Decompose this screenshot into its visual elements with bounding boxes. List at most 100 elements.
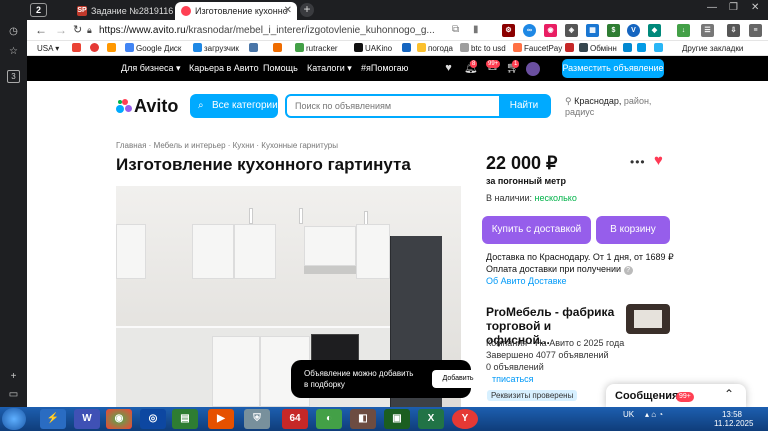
- seller-avatar[interactable]: [626, 304, 670, 334]
- extension-icon[interactable]: ◆: [648, 24, 661, 37]
- taskbar-app-icon[interactable]: W: [74, 409, 100, 429]
- extension-icon[interactable]: ⚙: [502, 24, 515, 37]
- excel-icon[interactable]: X: [418, 409, 444, 429]
- extension-icon[interactable]: V: [627, 24, 640, 37]
- downloads-icon[interactable]: ⇩: [727, 24, 740, 37]
- bookmark-label: Обмінн: [590, 44, 617, 53]
- url-field[interactable]: https://www.avito.ru/krasnodar/mebel_i_i…: [99, 25, 444, 36]
- search-input[interactable]: [287, 96, 499, 116]
- bookmark-btc[interactable]: btc to usd: [460, 43, 506, 54]
- breadcrumb-item[interactable]: Кухни: [233, 141, 255, 150]
- check-icon: [654, 43, 663, 52]
- yandex-browser-icon[interactable]: Y: [452, 409, 478, 429]
- tab-avito[interactable]: Изготовление кухонно ✕: [175, 2, 297, 20]
- help-icon[interactable]: ?: [623, 266, 633, 275]
- reload-icon[interactable]: ↻: [73, 23, 82, 36]
- extension-icon[interactable]: ◈: [565, 24, 578, 37]
- bookmark-opera[interactable]: [90, 43, 101, 54]
- calendar-icon[interactable]: ▦: [586, 24, 599, 37]
- delivery-link[interactable]: Об Авито Доставке: [486, 275, 674, 287]
- breadcrumb-item[interactable]: Главная: [116, 141, 146, 150]
- extension-icon[interactable]: ∞: [523, 24, 536, 37]
- extension-icon[interactable]: $: [607, 24, 620, 37]
- arrow-right-icon[interactable]: →: [55, 23, 67, 37]
- lock-icon[interactable]: 🔒︎: [87, 25, 92, 36]
- nav-catalogs[interactable]: Каталоги ▾: [307, 63, 352, 74]
- arrow-left-icon[interactable]: ←: [35, 23, 47, 37]
- language-indicator[interactable]: UK: [623, 410, 634, 419]
- taskbar-app-64[interactable]: 64: [282, 409, 308, 429]
- bookmark-google-drive[interactable]: Google Диск: [125, 43, 181, 54]
- bookmark-vk-2[interactable]: [249, 43, 260, 54]
- start-button[interactable]: [2, 408, 26, 430]
- nav-business[interactable]: Для бизнеса ▾: [121, 63, 181, 74]
- maximize-icon[interactable]: ❐: [729, 2, 738, 13]
- tab-groups-icon[interactable]: 3: [7, 70, 20, 83]
- panel-menu-icon[interactable]: ▭: [7, 388, 20, 401]
- bookmark-g[interactable]: [72, 43, 83, 54]
- taskbar-app-icon[interactable]: ▣: [384, 409, 410, 429]
- bookmark-weather[interactable]: погода: [417, 43, 453, 54]
- post-ad-button[interactable]: Разместить объявление: [562, 59, 664, 78]
- avito-logo[interactable]: Avito: [116, 96, 178, 117]
- taskbar-app-icon[interactable]: ◧: [350, 409, 376, 429]
- taskbar-app-icon[interactable]: ◎: [140, 409, 166, 429]
- toast-add-button[interactable]: Добавить: [432, 370, 484, 388]
- new-tab-button[interactable]: +: [300, 3, 314, 17]
- all-categories-button[interactable]: ⌕ Все категории: [190, 94, 278, 118]
- breadcrumb-item[interactable]: Мебель и интерьер: [154, 141, 226, 150]
- bookmark-downloader[interactable]: загрузчик: [193, 43, 239, 54]
- bookmark-vk[interactable]: [107, 43, 118, 54]
- nav-ya-pomogayu[interactable]: #яПомогаю: [361, 63, 408, 73]
- bookmark-usa[interactable]: USA ▾: [37, 43, 59, 54]
- minimize-icon[interactable]: —: [707, 2, 717, 13]
- buy-with-delivery-button[interactable]: Купить с доставкой: [482, 216, 591, 244]
- media-player-icon[interactable]: ▶: [208, 409, 234, 429]
- add-panel-icon[interactable]: +: [7, 370, 20, 383]
- add-to-cart-button[interactable]: В корзину: [596, 216, 670, 244]
- close-tab-icon[interactable]: ✕: [284, 2, 292, 20]
- tab-count-button[interactable]: 2: [30, 3, 47, 17]
- location-selector[interactable]: ⚲ Краснодар, район, радиус: [565, 96, 665, 118]
- extensions-menu-icon[interactable]: ☰: [701, 24, 714, 37]
- breadcrumb-item[interactable]: Кухонные гарнитуры: [261, 141, 338, 150]
- bookmark-star[interactable]: [637, 43, 648, 54]
- more-options-icon[interactable]: •••: [630, 155, 646, 169]
- clock-date: 11.12.2025: [714, 419, 754, 428]
- clock[interactable]: 13:58 11.12.2025: [714, 410, 754, 428]
- chevron-up-icon[interactable]: ⌃: [724, 387, 734, 401]
- bookmark-rutracker[interactable]: rutracker: [295, 43, 338, 54]
- bookmark-folder[interactable]: [402, 43, 413, 54]
- subscribe-link[interactable]: тписаться: [492, 374, 534, 384]
- copy-icon[interactable]: ⧉: [452, 24, 459, 35]
- taskbar-app-icon[interactable]: ◐: [316, 409, 342, 429]
- favorite-heart-icon[interactable]: ♥: [654, 152, 663, 169]
- card-icon: [565, 43, 574, 52]
- other-bookmarks[interactable]: Другие закладки: [682, 43, 743, 54]
- nav-career[interactable]: Карьера в Авито: [189, 63, 259, 73]
- history-icon[interactable]: ◷: [7, 25, 20, 38]
- bookmark-exchange[interactable]: Обмінн: [579, 43, 617, 54]
- menu-icon[interactable]: ≡: [749, 24, 762, 37]
- bookmark-icon[interactable]: ▮: [473, 24, 479, 35]
- taskbar-app-icon[interactable]: ⛨: [244, 409, 270, 429]
- favorites-heart-icon[interactable]: ♥: [442, 62, 455, 75]
- bookmarks-icon[interactable]: ☆: [7, 45, 20, 58]
- messages-panel[interactable]: Сообщения 99+ ⌃: [606, 384, 746, 408]
- bookmark-check[interactable]: [654, 43, 665, 54]
- taskbar-app-icon[interactable]: ▤: [172, 409, 198, 429]
- bookmark-uakino[interactable]: UAKino: [354, 43, 392, 54]
- bookmark-faucetpay[interactable]: FaucetPay: [513, 43, 562, 54]
- nav-help[interactable]: Помощь: [263, 63, 298, 73]
- download-icon[interactable]: ↓: [677, 24, 690, 37]
- bookmark-v[interactable]: [623, 43, 634, 54]
- chrome-icon[interactable]: ◉: [106, 409, 132, 429]
- tray-icons[interactable]: ▴ ⌂ ◔: [645, 410, 663, 419]
- bookmark-mail[interactable]: [273, 43, 284, 54]
- search-button[interactable]: Найти: [499, 96, 549, 116]
- avatar[interactable]: [526, 62, 540, 76]
- close-window-icon[interactable]: ✕: [751, 2, 759, 13]
- extension-icon[interactable]: ◉: [544, 24, 557, 37]
- taskbar-app-icon[interactable]: ⚡: [40, 409, 66, 429]
- bookmark-card[interactable]: [565, 43, 576, 54]
